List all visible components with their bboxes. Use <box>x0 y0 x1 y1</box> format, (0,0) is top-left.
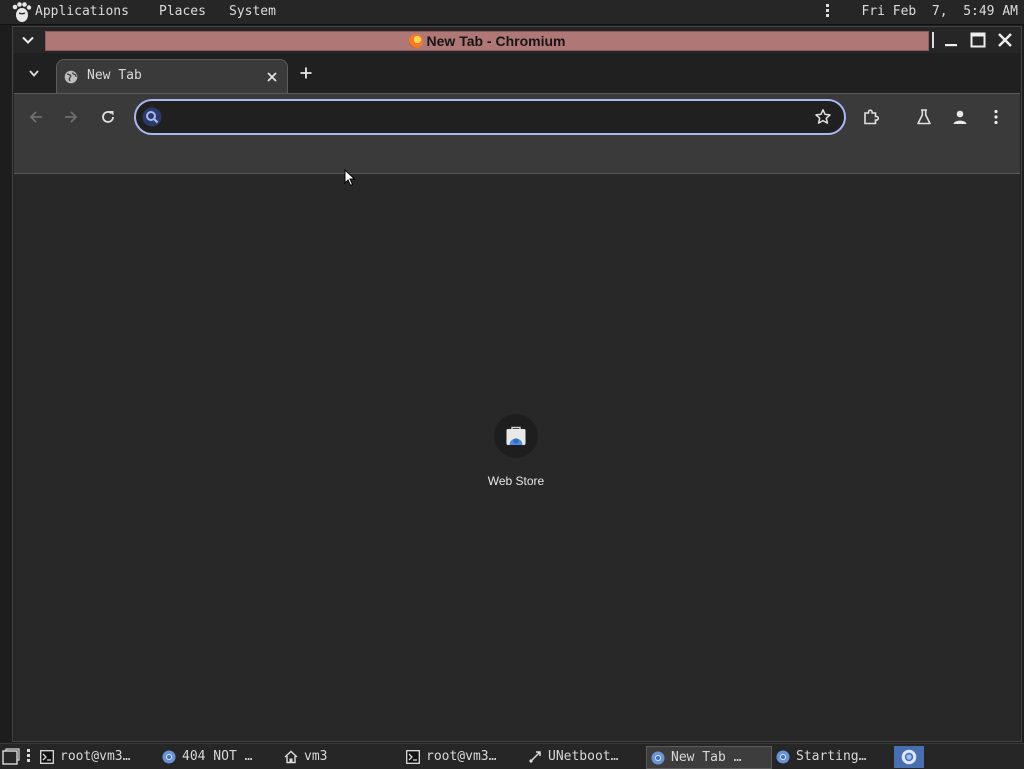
top-panel: Applications Places System Fri Feb 7, 5:… <box>0 0 1024 25</box>
bookmark-star-icon[interactable] <box>814 108 832 126</box>
taskbar-item-label: 404 NOT … <box>182 749 253 764</box>
unetbootin-icon <box>528 750 542 764</box>
taskbar-item[interactable]: vm3 <box>280 746 400 767</box>
clock[interactable]: Fri Feb 7, 5:49 AM <box>861 3 1018 21</box>
window-title-strip[interactable]: New Tab - Chromium <box>45 31 929 51</box>
shortcut-icon-circle <box>494 414 538 458</box>
taskbar-item-label: root@vm3… <box>426 749 497 764</box>
chevron-down-icon <box>29 69 39 77</box>
minimize-icon <box>945 44 957 47</box>
gnome-foot-icon[interactable] <box>10 1 32 23</box>
profile-button[interactable] <box>949 106 971 128</box>
window-menu-button[interactable] <box>17 30 39 50</box>
tab-title: New Tab <box>87 68 142 83</box>
taskbar-item-label: root@vm3… <box>60 749 131 764</box>
maximize-button[interactable] <box>967 29 989 51</box>
omnibox-input[interactable] <box>170 105 794 129</box>
mouse-pointer-icon <box>344 169 356 187</box>
back-arrow-icon <box>29 111 42 123</box>
window-title: New Tab - Chromium <box>426 33 566 49</box>
new-tab-page: Web Store <box>14 174 1020 741</box>
bookmarks-bar <box>14 139 1020 174</box>
taskbar-item-label: New Tab … <box>671 750 742 765</box>
taskbar-item[interactable]: Starting… <box>772 746 892 767</box>
chromium-icon <box>651 751 665 765</box>
extensions-button[interactable] <box>860 106 882 128</box>
forward-arrow-icon <box>65 111 78 123</box>
taskbar-item[interactable]: root@vm3… <box>36 746 156 767</box>
tab-search-button[interactable] <box>24 63 44 83</box>
tab-close-icon[interactable] <box>265 70 279 84</box>
chevron-down-icon <box>22 36 34 44</box>
chromium-browser: New Tab Web Store <box>14 53 1020 741</box>
show-desktop-icon[interactable] <box>2 748 20 766</box>
home-folder-icon <box>284 750 298 764</box>
tray-chromium-button[interactable] <box>894 746 924 768</box>
chromium-icon <box>162 750 176 764</box>
chromium-icon <box>776 750 790 764</box>
plus-icon <box>300 67 312 79</box>
chrome-labs-button[interactable] <box>913 106 935 128</box>
maximize-icon <box>970 32 986 48</box>
minimize-button[interactable] <box>940 29 962 51</box>
taskbar-item-active[interactable]: New Tab … <box>646 746 772 769</box>
reload-icon <box>102 111 114 123</box>
terminal-icon <box>40 749 54 764</box>
window-titlebar[interactable]: New Tab - Chromium <box>13 27 1021 53</box>
address-bar[interactable] <box>134 99 846 135</box>
menu-places[interactable]: Places <box>159 3 206 21</box>
chromium-app-icon <box>408 34 423 48</box>
menu-system[interactable]: System <box>229 3 276 21</box>
taskbar-grip-icon[interactable] <box>27 749 31 765</box>
taskbar-item-label: UNetboot… <box>548 749 619 764</box>
new-tab-button[interactable] <box>296 63 316 83</box>
close-window-button[interactable] <box>994 29 1016 51</box>
terminal-icon <box>406 749 420 764</box>
chromium-icon <box>901 749 917 765</box>
kebab-menu-icon <box>994 109 998 125</box>
browser-window: New Tab - Chromium New Tab Web Store <box>12 26 1022 742</box>
flask-icon <box>917 109 931 125</box>
profile-avatar-icon <box>953 110 967 124</box>
taskbar-item[interactable]: 404 NOT … <box>158 746 278 767</box>
panel-grip-icon[interactable] <box>826 4 830 20</box>
taskbar-item-label: vm3 <box>304 749 328 764</box>
forward-button[interactable] <box>60 106 82 128</box>
taskbar-item[interactable]: root@vm3… <box>402 746 522 767</box>
taskbar-item[interactable]: UNetboot… <box>524 746 644 767</box>
menu-applications[interactable]: Applications <box>35 3 129 21</box>
close-icon <box>998 33 1012 47</box>
browser-toolbar <box>14 93 1020 140</box>
titlebar-separator <box>932 32 934 48</box>
search-icon <box>142 107 162 127</box>
tab-strip: New Tab <box>14 53 1020 94</box>
puzzle-piece-icon <box>864 109 880 125</box>
reload-button[interactable] <box>97 106 119 128</box>
shortcut-label: Web Store <box>487 474 545 488</box>
globe-icon <box>64 70 78 84</box>
bottom-panel: root@vm3… 404 NOT … vm3 root@vm3… UNetbo… <box>0 743 1024 769</box>
back-button[interactable] <box>25 106 47 128</box>
shortcut-web-store[interactable]: Web Store <box>466 412 566 496</box>
browser-menu-button[interactable] <box>985 106 1007 128</box>
taskbar-item-label: Starting… <box>796 749 867 764</box>
tab-new-tab[interactable]: New Tab <box>56 59 288 94</box>
web-store-icon <box>506 426 526 445</box>
